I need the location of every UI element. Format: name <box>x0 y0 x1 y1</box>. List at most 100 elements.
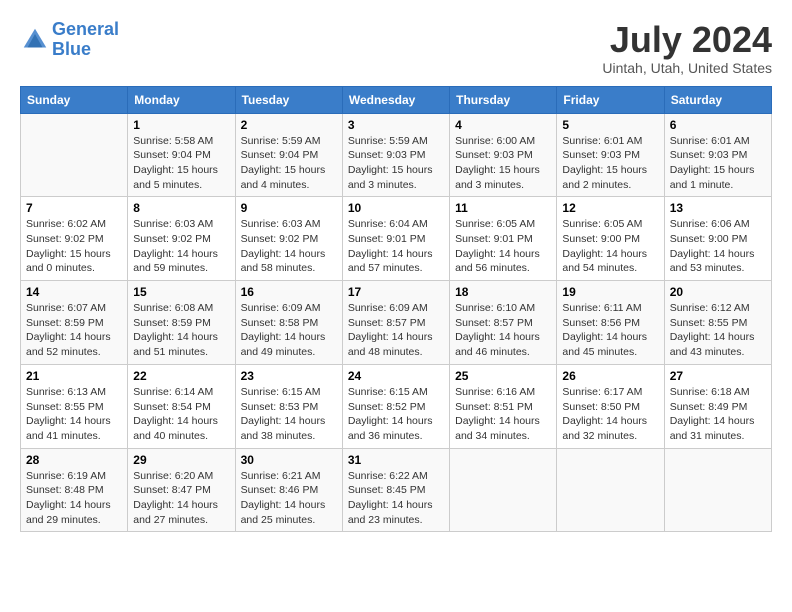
day-info: Sunrise: 6:18 AM Sunset: 8:49 PM Dayligh… <box>670 385 766 444</box>
day-info: Sunrise: 6:09 AM Sunset: 8:58 PM Dayligh… <box>241 301 337 360</box>
day-number: 31 <box>348 453 444 467</box>
calendar-table: SundayMondayTuesdayWednesdayThursdayFrid… <box>20 86 772 533</box>
calendar-cell: 27 Sunrise: 6:18 AM Sunset: 8:49 PM Dayli… <box>664 364 771 448</box>
calendar-cell: 4 Sunrise: 6:00 AM Sunset: 9:03 PM Daylig… <box>450 113 557 197</box>
calendar-cell: 29Sunrise: 6:20 AM Sunset: 8:47 PM Dayli… <box>128 448 235 532</box>
calendar-cell: 2Sunrise: 5:59 AM Sunset: 9:04 PM Daylig… <box>235 113 342 197</box>
day-info: Sunrise: 6:03 AM Sunset: 9:02 PM Dayligh… <box>241 217 337 276</box>
weekday-header: Wednesday <box>342 86 449 113</box>
location-title: Uintah, Utah, United States <box>602 60 772 76</box>
page-header: General Blue July 2024 Uintah, Utah, Uni… <box>20 20 772 76</box>
day-info: Sunrise: 6:05 AM Sunset: 9:00 PM Dayligh… <box>562 217 658 276</box>
day-number: 28 <box>26 453 122 467</box>
calendar-week-row: 21 Sunrise: 6:13 AM Sunset: 8:55 PM Dayli… <box>21 364 772 448</box>
day-info: Sunrise: 6:15 AM Sunset: 8:52 PM Dayligh… <box>348 385 444 444</box>
day-info: Sunrise: 6:00 AM Sunset: 9:03 PM Dayligh… <box>455 134 551 193</box>
calendar-cell: 26 Sunrise: 6:17 AM Sunset: 8:50 PM Dayli… <box>557 364 664 448</box>
calendar-cell <box>557 448 664 532</box>
day-number: 4 <box>455 118 551 132</box>
calendar-cell: 9 Sunrise: 6:03 AM Sunset: 9:02 PM Daylig… <box>235 197 342 281</box>
weekday-header: Friday <box>557 86 664 113</box>
day-info: Sunrise: 6:13 AM Sunset: 8:55 PM Dayligh… <box>26 385 122 444</box>
calendar-cell: 12Sunrise: 6:05 AM Sunset: 9:00 PM Dayli… <box>557 197 664 281</box>
day-number: 9 <box>241 201 337 215</box>
calendar-cell: 24 Sunrise: 6:15 AM Sunset: 8:52 PM Dayli… <box>342 364 449 448</box>
day-number: 8 <box>133 201 229 215</box>
day-info: Sunrise: 6:08 AM Sunset: 8:59 PM Dayligh… <box>133 301 229 360</box>
day-info: Sunrise: 6:11 AM Sunset: 8:56 PM Dayligh… <box>562 301 658 360</box>
calendar-cell: 17 Sunrise: 6:09 AM Sunset: 8:57 PM Dayli… <box>342 281 449 365</box>
day-info: Sunrise: 5:59 AM Sunset: 9:03 PM Dayligh… <box>348 134 444 193</box>
day-info: Sunrise: 6:09 AM Sunset: 8:57 PM Dayligh… <box>348 301 444 360</box>
day-number: 15 <box>133 285 229 299</box>
day-number: 11 <box>455 201 551 215</box>
calendar-cell: 28 Sunrise: 6:19 AM Sunset: 8:48 PM Dayli… <box>21 448 128 532</box>
day-number: 2 <box>241 118 337 132</box>
calendar-cell: 25Sunrise: 6:16 AM Sunset: 8:51 PM Dayli… <box>450 364 557 448</box>
day-number: 23 <box>241 369 337 383</box>
calendar-cell: 10 Sunrise: 6:04 AM Sunset: 9:01 PM Dayli… <box>342 197 449 281</box>
day-number: 20 <box>670 285 766 299</box>
day-info: Sunrise: 6:10 AM Sunset: 8:57 PM Dayligh… <box>455 301 551 360</box>
day-number: 17 <box>348 285 444 299</box>
calendar-cell: 18 Sunrise: 6:10 AM Sunset: 8:57 PM Dayli… <box>450 281 557 365</box>
day-info: Sunrise: 6:20 AM Sunset: 8:47 PM Dayligh… <box>133 469 229 528</box>
day-number: 27 <box>670 369 766 383</box>
day-number: 10 <box>348 201 444 215</box>
logo-text: General Blue <box>52 20 119 60</box>
day-info: Sunrise: 6:17 AM Sunset: 8:50 PM Dayligh… <box>562 385 658 444</box>
day-info: Sunrise: 6:02 AM Sunset: 9:02 PM Dayligh… <box>26 217 122 276</box>
month-title: July 2024 <box>602 20 772 60</box>
day-number: 24 <box>348 369 444 383</box>
logo-line1: General <box>52 19 119 39</box>
day-number: 26 <box>562 369 658 383</box>
calendar-week-row: 1 Sunrise: 5:58 AM Sunset: 9:04 PM Daylig… <box>21 113 772 197</box>
day-number: 3 <box>348 118 444 132</box>
calendar-week-row: 28 Sunrise: 6:19 AM Sunset: 8:48 PM Dayli… <box>21 448 772 532</box>
calendar-cell: 15 Sunrise: 6:08 AM Sunset: 8:59 PM Dayli… <box>128 281 235 365</box>
day-info: Sunrise: 5:58 AM Sunset: 9:04 PM Dayligh… <box>133 134 229 193</box>
calendar-cell: 7 Sunrise: 6:02 AM Sunset: 9:02 PM Daylig… <box>21 197 128 281</box>
day-info: Sunrise: 6:22 AM Sunset: 8:45 PM Dayligh… <box>348 469 444 528</box>
calendar-cell: 3 Sunrise: 5:59 AM Sunset: 9:03 PM Daylig… <box>342 113 449 197</box>
day-info: Sunrise: 6:19 AM Sunset: 8:48 PM Dayligh… <box>26 469 122 528</box>
weekday-header: Tuesday <box>235 86 342 113</box>
day-info: Sunrise: 6:07 AM Sunset: 8:59 PM Dayligh… <box>26 301 122 360</box>
day-number: 16 <box>241 285 337 299</box>
calendar-cell: 8 Sunrise: 6:03 AM Sunset: 9:02 PM Daylig… <box>128 197 235 281</box>
weekday-header-row: SundayMondayTuesdayWednesdayThursdayFrid… <box>21 86 772 113</box>
calendar-cell: 11 Sunrise: 6:05 AM Sunset: 9:01 PM Dayli… <box>450 197 557 281</box>
day-number: 13 <box>670 201 766 215</box>
calendar-cell <box>450 448 557 532</box>
calendar-cell: 20 Sunrise: 6:12 AM Sunset: 8:55 PM Dayli… <box>664 281 771 365</box>
calendar-cell <box>664 448 771 532</box>
weekday-header: Sunday <box>21 86 128 113</box>
day-number: 1 <box>133 118 229 132</box>
calendar-cell: 14 Sunrise: 6:07 AM Sunset: 8:59 PM Dayli… <box>21 281 128 365</box>
calendar-cell: 30 Sunrise: 6:21 AM Sunset: 8:46 PM Dayli… <box>235 448 342 532</box>
calendar-week-row: 7 Sunrise: 6:02 AM Sunset: 9:02 PM Daylig… <box>21 197 772 281</box>
calendar-cell: 31 Sunrise: 6:22 AM Sunset: 8:45 PM Dayli… <box>342 448 449 532</box>
day-info: Sunrise: 6:14 AM Sunset: 8:54 PM Dayligh… <box>133 385 229 444</box>
day-number: 7 <box>26 201 122 215</box>
day-info: Sunrise: 6:04 AM Sunset: 9:01 PM Dayligh… <box>348 217 444 276</box>
day-number: 14 <box>26 285 122 299</box>
weekday-header: Saturday <box>664 86 771 113</box>
logo-line2: Blue <box>52 39 91 59</box>
calendar-cell: 6Sunrise: 6:01 AM Sunset: 9:03 PM Daylig… <box>664 113 771 197</box>
calendar-cell: 23Sunrise: 6:15 AM Sunset: 8:53 PM Dayli… <box>235 364 342 448</box>
day-number: 21 <box>26 369 122 383</box>
calendar-cell: 21 Sunrise: 6:13 AM Sunset: 8:55 PM Dayli… <box>21 364 128 448</box>
day-info: Sunrise: 6:21 AM Sunset: 8:46 PM Dayligh… <box>241 469 337 528</box>
day-info: Sunrise: 6:05 AM Sunset: 9:01 PM Dayligh… <box>455 217 551 276</box>
calendar-week-row: 14 Sunrise: 6:07 AM Sunset: 8:59 PM Dayli… <box>21 281 772 365</box>
day-number: 18 <box>455 285 551 299</box>
day-info: Sunrise: 6:12 AM Sunset: 8:55 PM Dayligh… <box>670 301 766 360</box>
day-number: 6 <box>670 118 766 132</box>
logo: General Blue <box>20 20 119 60</box>
day-info: Sunrise: 6:06 AM Sunset: 9:00 PM Dayligh… <box>670 217 766 276</box>
calendar-cell: 1 Sunrise: 5:58 AM Sunset: 9:04 PM Daylig… <box>128 113 235 197</box>
day-info: Sunrise: 6:03 AM Sunset: 9:02 PM Dayligh… <box>133 217 229 276</box>
weekday-header: Thursday <box>450 86 557 113</box>
day-number: 30 <box>241 453 337 467</box>
